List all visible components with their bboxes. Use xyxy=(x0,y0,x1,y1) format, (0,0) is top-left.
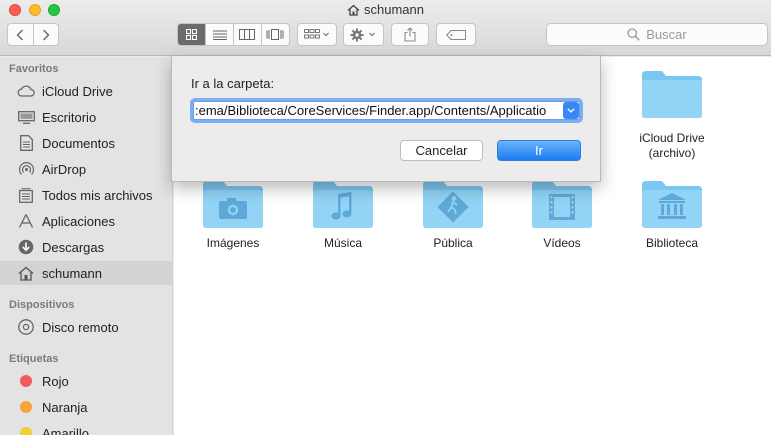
sidebar-header-tags: Etiquetas xyxy=(9,353,59,365)
coverflow-view-button[interactable] xyxy=(262,24,289,45)
sidebar-item-label: Descargas xyxy=(42,239,105,255)
sidebar-item-documentos[interactable]: Documentos xyxy=(0,131,172,155)
sidebar-header-devices: Dispositivos xyxy=(9,299,75,311)
sidebar-header-favorites: Favoritos xyxy=(9,63,59,75)
sidebar-item-label: Disco remoto xyxy=(42,319,119,335)
icon-view-button[interactable] xyxy=(178,24,207,45)
tag-dot-container xyxy=(17,401,35,413)
sidebar-item-schumann[interactable]: schumann xyxy=(0,261,172,285)
chevron-left-icon xyxy=(16,29,24,40)
folder-pictures-icon xyxy=(203,181,263,228)
folder-library-icon xyxy=(642,181,702,228)
sidebar-item-label: schumann xyxy=(42,265,102,281)
folder-label: Pública xyxy=(433,236,473,250)
folder-item-musica[interactable]: Música xyxy=(288,179,398,251)
folder-label: Vídeos xyxy=(543,236,581,250)
red-tag-dot xyxy=(20,375,32,387)
sidebar-item-label: Naranja xyxy=(42,399,88,415)
share-button[interactable] xyxy=(391,23,429,46)
sidebar: Favoritos iCloud Drive Escritorio Docume… xyxy=(0,57,173,435)
sidebar-item-escritorio[interactable]: Escritorio xyxy=(0,105,172,129)
go-button[interactable]: Ir xyxy=(497,140,581,161)
dialog-label: Ir a la carpeta: xyxy=(191,76,275,91)
folder-label: iCloud Drive (archivo) xyxy=(617,131,727,161)
folder-path-value: :ema/Biblioteca/CoreServices/Finder.app/… xyxy=(195,103,547,118)
coverflow-view-icon xyxy=(266,29,284,40)
search-icon xyxy=(627,28,640,41)
folder-icon xyxy=(642,71,702,118)
sidebar-item-tag-rojo[interactable]: Rojo xyxy=(0,369,172,393)
sidebar-item-icloud-drive[interactable]: iCloud Drive xyxy=(0,79,172,103)
applications-icon xyxy=(17,213,35,229)
desktop-icon xyxy=(17,110,35,124)
folder-item-biblioteca[interactable]: Biblioteca xyxy=(617,179,727,251)
action-menu-button[interactable] xyxy=(343,23,384,46)
download-icon xyxy=(17,239,35,255)
sidebar-item-label: Todos mis archivos xyxy=(42,187,153,203)
sidebar-item-tag-amarillo[interactable]: Amarillo xyxy=(0,421,172,435)
folder-item-icloud-drive-archivo[interactable]: iCloud Drive (archivo) xyxy=(617,69,727,161)
sidebar-item-label: Rojo xyxy=(42,373,69,389)
gear-icon xyxy=(350,28,375,41)
tag-dot-container xyxy=(17,427,35,435)
sidebar-item-disco-remoto[interactable]: Disco remoto xyxy=(0,315,172,339)
folder-music-icon xyxy=(313,181,373,228)
forward-button[interactable] xyxy=(34,24,59,45)
sidebar-item-tag-naranja[interactable]: Naranja xyxy=(0,395,172,419)
window-title-text: schumann xyxy=(364,2,424,17)
search-field[interactable]: Buscar xyxy=(546,23,768,46)
chevron-right-icon xyxy=(42,29,50,40)
list-view-icon xyxy=(212,30,227,40)
folder-path-input[interactable]: :ema/Biblioteca/CoreServices/Finder.app/… xyxy=(190,98,583,123)
icon-view-icon xyxy=(186,29,198,40)
folder-public-icon xyxy=(423,181,483,228)
navigation-buttons xyxy=(7,23,59,46)
sidebar-item-todos-mis-archivos[interactable]: Todos mis archivos xyxy=(0,183,172,207)
view-mode-control xyxy=(177,23,290,46)
column-view-button[interactable] xyxy=(234,24,262,45)
sidebar-item-label: Amarillo xyxy=(42,425,89,435)
disc-icon xyxy=(17,319,35,335)
chevron-down-icon xyxy=(567,108,575,113)
folder-item-imagenes[interactable]: Imágenes xyxy=(178,179,288,251)
folder-movies-icon xyxy=(532,181,592,228)
folder-label: Imágenes xyxy=(206,236,260,250)
document-icon xyxy=(17,135,35,151)
all-files-icon xyxy=(17,187,35,203)
search-placeholder: Buscar xyxy=(646,27,687,42)
sidebar-item-aplicaciones[interactable]: Aplicaciones xyxy=(0,209,172,233)
cancel-button[interactable]: Cancelar xyxy=(400,140,483,161)
go-to-folder-dialog: Ir a la carpeta: :ema/Biblioteca/CoreSer… xyxy=(171,56,601,182)
sidebar-item-airdrop[interactable]: AirDrop xyxy=(0,157,172,181)
airdrop-icon xyxy=(17,161,35,178)
arrange-icon xyxy=(304,29,329,39)
cloud-icon xyxy=(17,85,35,97)
column-view-icon xyxy=(239,29,256,40)
folder-label: Biblioteca xyxy=(645,236,699,250)
tag-icon xyxy=(446,29,466,40)
arrange-button[interactable] xyxy=(297,23,337,46)
list-view-button[interactable] xyxy=(206,24,234,45)
sidebar-item-descargas[interactable]: Descargas xyxy=(0,235,172,259)
path-history-dropdown[interactable] xyxy=(563,102,579,119)
sidebar-item-label: Aplicaciones xyxy=(42,213,115,229)
back-button[interactable] xyxy=(8,24,34,45)
folder-label-text: iCloud Drive (archivo) xyxy=(639,131,705,160)
home-icon xyxy=(17,266,35,281)
window-title: schumann xyxy=(0,2,771,19)
share-icon xyxy=(404,27,416,42)
folder-label: Música xyxy=(323,236,362,250)
folder-item-videos[interactable]: Vídeos xyxy=(507,179,617,251)
folder-item-publica[interactable]: Pública xyxy=(398,179,508,251)
sidebar-item-label: Documentos xyxy=(42,135,115,151)
sidebar-item-label: iCloud Drive xyxy=(42,83,113,99)
sidebar-item-label: AirDrop xyxy=(42,161,87,177)
orange-tag-dot xyxy=(20,401,32,413)
tags-button[interactable] xyxy=(436,23,476,46)
tag-dot-container xyxy=(17,375,35,387)
sidebar-item-label: Escritorio xyxy=(42,109,97,125)
home-icon xyxy=(347,4,360,19)
yellow-tag-dot xyxy=(20,427,32,435)
titlebar: schumann Buscar xyxy=(0,0,771,56)
